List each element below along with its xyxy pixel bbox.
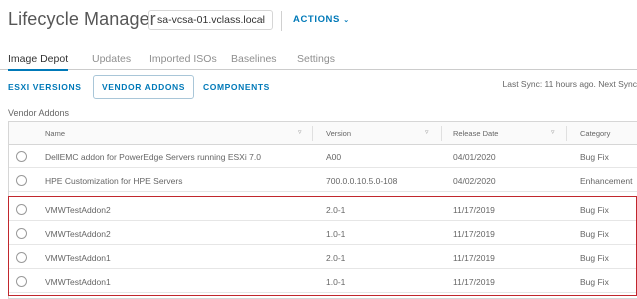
header-bar: Lifecycle Manager sa-vcsa-01.vclass.loca… xyxy=(0,0,637,38)
cell-category: Bug Fix xyxy=(580,229,609,239)
table-row[interactable]: VMWTestAddon1 1.0-1 11/17/2019 Bug Fix xyxy=(9,270,637,293)
tab-image-depot[interactable]: Image Depot xyxy=(8,53,69,71)
cell-category: Bug Fix xyxy=(580,253,609,263)
subtab-components[interactable]: COMPONENTS xyxy=(203,75,270,99)
row-radio[interactable] xyxy=(16,204,27,215)
row-radio[interactable] xyxy=(16,252,27,263)
cell-version: 700.0.0.10.5.0-108 xyxy=(326,176,398,186)
cell-name: DellEMC addon for PowerEdge Servers runn… xyxy=(45,152,261,162)
table-row[interactable]: DellEMC addon for PowerEdge Servers runn… xyxy=(9,145,637,168)
column-header-version[interactable]: Version xyxy=(326,129,351,138)
tab-bar: Image Depot Updates Imported ISOs Baseli… xyxy=(0,48,637,71)
column-divider xyxy=(566,126,567,141)
cell-release-date: 11/17/2019 xyxy=(453,229,495,239)
cell-category: Enhancement xyxy=(580,176,633,186)
page-title: Lifecycle Manager xyxy=(8,9,156,29)
server-select-value: sa-vcsa-01.vclass.local xyxy=(157,14,265,26)
table-row[interactable]: HPE Customization for HPE Servers 700.0.… xyxy=(9,169,637,192)
cell-release-date: 04/02/2020 xyxy=(453,176,496,186)
last-sync-status: Last Sync: 11 hours ago. Next Sync xyxy=(502,79,637,89)
actions-label: ACTIONS xyxy=(293,14,340,25)
cell-name: HPE Customization for HPE Servers xyxy=(45,176,183,186)
tab-updates[interactable]: Updates xyxy=(92,53,131,65)
row-radio[interactable] xyxy=(16,175,27,186)
cell-name: VMWTestAddon2 xyxy=(45,205,111,215)
cell-version: 1.0-1 xyxy=(326,229,346,239)
subtab-esxi-versions[interactable]: ESXI VERSIONS xyxy=(8,75,81,99)
cell-release-date: 11/17/2019 xyxy=(453,205,495,215)
server-select[interactable]: sa-vcsa-01.vclass.local ⌄ xyxy=(148,10,273,30)
subtab-bar: ESXI VERSIONS VENDOR ADDONS COMPONENTS L… xyxy=(0,75,637,99)
cell-release-date: 04/01/2020 xyxy=(453,152,496,162)
vendor-addons-table: Name ▿ Version ▿ Release Date ▿ Category… xyxy=(8,121,637,299)
cell-version: 2.0-1 xyxy=(326,253,346,263)
cell-category: Bug Fix xyxy=(580,205,609,215)
filter-icon[interactable]: ▿ xyxy=(425,128,429,136)
cell-name: VMWTestAddon1 xyxy=(45,253,111,263)
cell-version: 1.0-1 xyxy=(326,277,346,287)
table-row[interactable]: VMWTestAddon1 2.0-1 11/17/2019 Bug Fix xyxy=(9,246,637,269)
column-divider xyxy=(312,126,313,141)
table-row[interactable]: VMWTestAddon2 1.0-1 11/17/2019 Bug Fix xyxy=(9,222,637,245)
filter-icon[interactable]: ▿ xyxy=(298,128,302,136)
table-row[interactable]: VMWTestAddon2 2.0-1 11/17/2019 Bug Fix xyxy=(9,198,637,221)
chevron-down-icon: ⌄ xyxy=(258,14,265,23)
cell-name: VMWTestAddon2 xyxy=(45,229,111,239)
cell-category: Bug Fix xyxy=(580,152,609,162)
chevron-down-icon: ⌄ xyxy=(343,17,350,24)
filter-icon[interactable]: ▿ xyxy=(551,128,555,136)
header-divider xyxy=(281,11,282,31)
column-header-category[interactable]: Category xyxy=(580,129,610,138)
row-radio[interactable] xyxy=(16,228,27,239)
cell-release-date: 11/17/2019 xyxy=(453,253,495,263)
cell-category: Bug Fix xyxy=(580,277,609,287)
column-header-release-date[interactable]: Release Date xyxy=(453,129,498,138)
column-divider xyxy=(441,126,442,141)
subtab-vendor-addons[interactable]: VENDOR ADDONS xyxy=(93,75,195,99)
section-label: Vendor Addons xyxy=(8,108,70,118)
cell-version: A00 xyxy=(326,152,342,162)
actions-menu[interactable]: ACTIONS ⌄ xyxy=(293,14,350,25)
table-header: Name ▿ Version ▿ Release Date ▿ Category xyxy=(9,122,637,145)
row-radio[interactable] xyxy=(16,276,27,287)
cell-name: VMWTestAddon1 xyxy=(45,277,111,287)
column-header-name[interactable]: Name xyxy=(45,129,65,138)
tab-imported-isos[interactable]: Imported ISOs xyxy=(149,53,217,65)
cell-version: 2.0-1 xyxy=(326,205,346,215)
tab-settings[interactable]: Settings xyxy=(297,53,335,65)
cell-release-date: 11/17/2019 xyxy=(453,277,495,287)
row-radio[interactable] xyxy=(16,151,27,162)
tab-baselines[interactable]: Baselines xyxy=(231,53,277,65)
